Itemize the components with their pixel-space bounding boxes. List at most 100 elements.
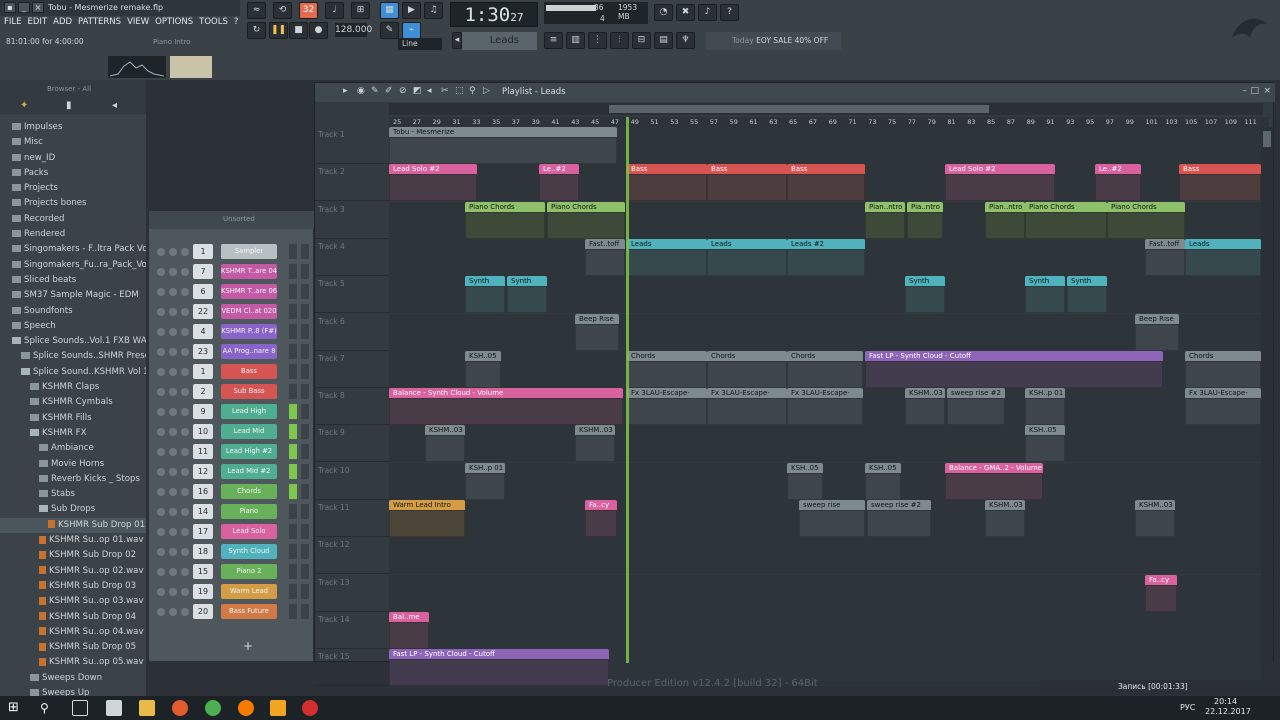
pattern-clip[interactable]: Leads xyxy=(1185,238,1261,276)
pattern-clip[interactable]: Beep Rise xyxy=(1135,313,1179,351)
channel-row[interactable]: 18 Synth Cloud xyxy=(155,543,310,561)
channel-mute-led[interactable] xyxy=(157,328,165,336)
channel-select-indicator[interactable] xyxy=(289,284,297,299)
pattern-clip[interactable]: KSHM..03 xyxy=(425,425,465,463)
channel-pan-knob[interactable] xyxy=(169,548,177,556)
pattern-clip[interactable]: Balance - GMA..2 - Volume #2 xyxy=(945,462,1043,500)
horizontal-scroll-thumb[interactable] xyxy=(609,105,989,113)
browser-item[interactable]: KSHMR Sub Drop 05 xyxy=(0,640,146,655)
track-name[interactable]: Track 13 xyxy=(318,578,350,587)
tempo-display[interactable]: 128.000 xyxy=(335,23,372,37)
loop-icon[interactable]: ⟲ xyxy=(273,2,292,19)
track-name[interactable]: Track 2 xyxy=(318,167,345,176)
track-lane[interactable]: KSH..05 Chords Chords Chords Fast LP - Synth… xyxy=(389,350,1261,388)
track-name[interactable]: Track 7 xyxy=(318,354,345,363)
browser-item[interactable]: Singomakers_Fu..ra_Pack_Vol_2 xyxy=(0,258,146,273)
playlist-menu-icon[interactable]: ▸ xyxy=(343,86,354,97)
channel-mixer-track[interactable]: 18 xyxy=(193,544,213,559)
vertical-scroll-thumb[interactable] xyxy=(1263,131,1271,147)
channel-pan-knob[interactable] xyxy=(169,508,177,516)
track-lane[interactable]: Warm Lead Intro Fa..cy sweep rise sweep ris… xyxy=(389,500,1261,537)
channel-volume-knob[interactable] xyxy=(181,388,189,396)
channel-mute-led[interactable] xyxy=(157,388,165,396)
pattern-clip[interactable]: Bal..me xyxy=(389,611,429,649)
loop-record-icon[interactable]: ↻ xyxy=(247,22,266,39)
channel-pan-knob[interactable] xyxy=(169,488,177,496)
browser-item[interactable]: Splice Sounds..SHMR Presets xyxy=(0,349,146,364)
channel-mixer-track[interactable]: 15 xyxy=(193,564,213,579)
pattern-clip[interactable]: KSH..p 01 xyxy=(1025,388,1065,426)
channel-volume-knob[interactable] xyxy=(181,488,189,496)
horizontal-scrollbar[interactable] xyxy=(389,103,1263,115)
channel-mixer-track[interactable]: 12 xyxy=(193,464,213,479)
channel-pan-knob[interactable] xyxy=(169,388,177,396)
channel-mute-led[interactable] xyxy=(157,408,165,416)
pattern-clip[interactable]: Fa..cy xyxy=(585,500,617,537)
track-name[interactable]: Track 15 xyxy=(318,652,350,661)
track-lane[interactable]: KSHM..03 KSHM..03 KSH..05 xyxy=(389,425,1261,463)
channel-mixer-track[interactable]: 16 xyxy=(193,484,213,499)
channel-pan-knob[interactable] xyxy=(169,328,177,336)
help-icon[interactable]: ? xyxy=(720,4,739,21)
browser-item[interactable]: KSHMR Sub Drop 01 xyxy=(0,517,146,534)
plugin-picker-icon[interactable]: ⊟ xyxy=(632,32,651,49)
timeline-ruler[interactable]: 25 27 29 31 33 35 37 39 41 43 45 47 49 51 53 55 57 59 61 63… xyxy=(389,117,1269,127)
channel-volume-knob[interactable] xyxy=(181,428,189,436)
firefox-icon[interactable] xyxy=(238,700,254,716)
browser-item[interactable]: Impulses xyxy=(0,120,146,135)
channel-mixer-track[interactable]: 7 xyxy=(193,264,213,279)
pattern-clip[interactable]: Pian..ntro xyxy=(985,201,1025,239)
channel-row[interactable]: 19 Warm Lead xyxy=(155,583,310,601)
channel-select-indicator[interactable] xyxy=(289,264,297,279)
pencil-icon[interactable]: ✎ xyxy=(380,22,399,39)
pattern-clip[interactable]: Piano Chords xyxy=(465,201,545,239)
track-name[interactable]: Track 10 xyxy=(318,466,350,475)
channel-select-indicator[interactable] xyxy=(289,544,297,559)
pattern-prev-icon[interactable]: ◂ xyxy=(452,32,462,49)
pattern-clip[interactable]: Fast..toff xyxy=(1145,238,1185,276)
news-panel[interactable]: Today EOY SALE 40% OFF xyxy=(706,32,841,50)
track-name[interactable]: Track 12 xyxy=(318,540,350,549)
channel-volume-knob[interactable] xyxy=(181,568,189,576)
mic-icon[interactable]: ♪ xyxy=(698,4,717,21)
chrome-icon[interactable] xyxy=(205,700,221,716)
pattern-clip[interactable]: Piano Chords xyxy=(547,201,625,239)
channel-select-indicator[interactable] xyxy=(289,364,297,379)
channel-row[interactable]: 16 Chords xyxy=(155,483,310,501)
channel-volume-knob[interactable] xyxy=(181,248,189,256)
browser-item[interactable]: KSHMR Cymbals xyxy=(0,395,146,410)
pattern-clip[interactable]: Beep Rise xyxy=(575,313,619,351)
clock-date[interactable]: 22.12.2017 xyxy=(1205,707,1251,716)
channel-name-button[interactable]: Lead Solo xyxy=(221,524,277,539)
channel-mute-led[interactable] xyxy=(157,368,165,376)
song-position-display[interactable]: 1:3027 xyxy=(450,2,538,27)
channel-volume-knob[interactable] xyxy=(181,448,189,456)
pattern-clip[interactable]: Synth xyxy=(905,276,945,314)
pattern-clip[interactable]: Pia..ntro xyxy=(907,201,943,239)
pattern-clip[interactable]: Tobu - Mesmerize xyxy=(389,127,617,164)
track-name[interactable]: Track 11 xyxy=(318,503,350,512)
pattern-clip[interactable]: Bass xyxy=(707,164,787,202)
plug-icon[interactable]: ♆ xyxy=(676,32,695,49)
slip-icon[interactable]: ◂ xyxy=(427,86,438,97)
channel-mute-led[interactable] xyxy=(157,608,165,616)
pattern-clip[interactable]: KSH..05 xyxy=(465,350,501,388)
browser-item[interactable]: Movie Horns xyxy=(0,457,146,472)
browser-item[interactable]: Misc xyxy=(0,135,146,150)
channel-select-indicator[interactable] xyxy=(289,584,297,599)
channel-name-button[interactable]: Lead Mid xyxy=(221,424,277,439)
menu-patterns[interactable]: PATTERNS xyxy=(78,17,121,31)
channel-name-button[interactable]: VEDM Cl..at 020 xyxy=(221,304,277,319)
channel-select-indicator[interactable] xyxy=(289,564,297,579)
pattern-clip[interactable]: Le..#2 xyxy=(539,164,579,202)
channel-name-button[interactable]: Piano 2 xyxy=(221,564,277,579)
browser-item[interactable]: Sliced beats xyxy=(0,273,146,288)
pattern-clip[interactable]: Fx 3LAU-Escape- xyxy=(1185,388,1261,426)
channel-mixer-track[interactable]: 1 xyxy=(193,364,213,379)
pattern-clip[interactable]: sweep rise xyxy=(799,500,865,537)
track-lane[interactable]: Synth Synth Synth Synth Synth xyxy=(389,276,1261,314)
mute-icon[interactable]: ◩ xyxy=(413,86,424,97)
channel-select-indicator[interactable] xyxy=(289,504,297,519)
pattern-clip[interactable]: Leads xyxy=(627,238,707,276)
pattern-clip[interactable]: KSH..05 xyxy=(865,462,901,500)
